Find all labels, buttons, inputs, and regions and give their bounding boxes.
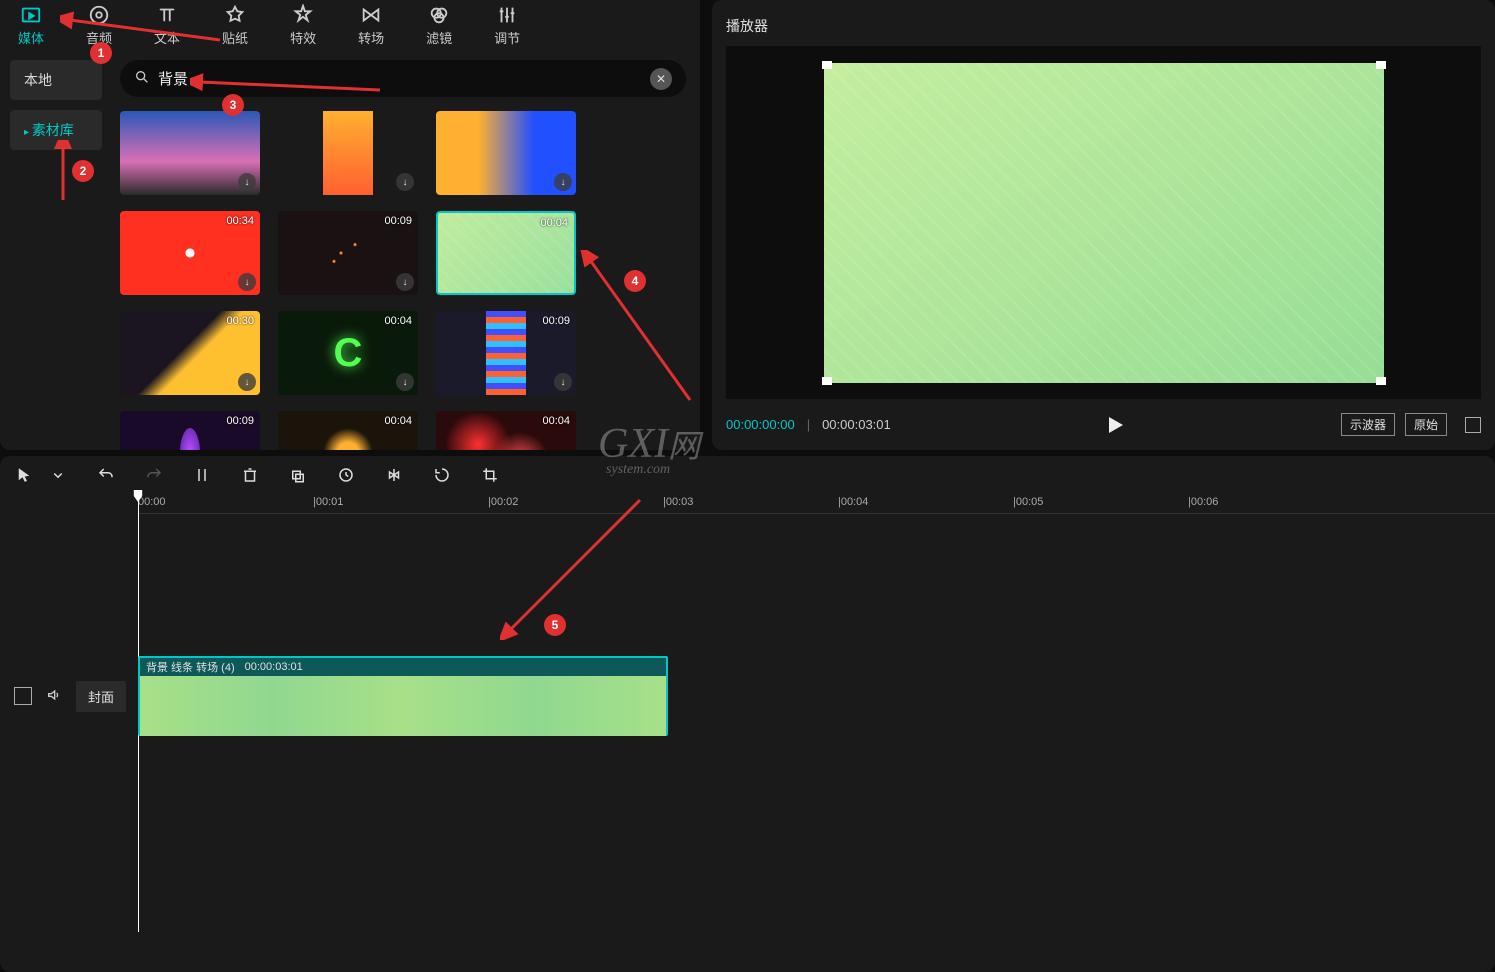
material-thumbnail[interactable]: ↓: [436, 111, 576, 195]
download-icon[interactable]: ↓: [396, 273, 414, 291]
crop-tool[interactable]: [480, 465, 500, 485]
duration-label: 00:34: [226, 215, 254, 227]
annotation-arrow: [190, 60, 390, 100]
download-icon[interactable]: ↓: [238, 173, 256, 191]
tab-filter-label: 滤镜: [426, 28, 452, 47]
material-thumbnail[interactable]: ↓: [120, 111, 260, 195]
tab-effects-label: 特效: [290, 28, 316, 47]
chevron-down-icon[interactable]: [48, 465, 68, 485]
media-icon: [20, 4, 42, 26]
material-thumbnail[interactable]: 00:30 ↓: [120, 311, 260, 395]
total-time: 00:00:03:01: [822, 417, 891, 432]
track-controls: 封面: [0, 656, 138, 736]
duration-label: 00:04: [384, 315, 412, 327]
download-icon[interactable]: ↓: [238, 273, 256, 291]
download-icon[interactable]: ↓: [396, 373, 414, 391]
ruler-tick: |00:05: [1013, 496, 1043, 508]
timeline-panel: 00:00 |00:01 |00:02 |00:03 |00:04 |00:05…: [0, 456, 1495, 972]
duration-label: 00:09: [226, 415, 254, 427]
tab-effects[interactable]: 特效: [290, 4, 316, 48]
player-panel: 播放器 00:00:00:00 | 00:00:03:01 示波器 原始: [712, 0, 1495, 450]
annotation-arrow: [48, 140, 78, 210]
preview-area: [726, 46, 1481, 399]
download-icon[interactable]: ↓: [238, 373, 256, 391]
tracks-area[interactable]: 背景 线条 转场 (4) 00:00:03:01: [138, 514, 1495, 972]
player-controls: 00:00:00:00 | 00:00:03:01 示波器 原始: [726, 399, 1481, 440]
tab-adjust[interactable]: 调节: [494, 4, 520, 48]
delete-tool[interactable]: [240, 465, 260, 485]
duration-label: 00:04: [540, 217, 568, 229]
visibility-toggle[interactable]: [14, 687, 32, 705]
clip-preview: [140, 676, 666, 736]
download-icon[interactable]: ↓: [554, 373, 572, 391]
clip-duration: 00:00:03:01: [245, 661, 303, 673]
material-thumbnail[interactable]: 00:09: [120, 411, 260, 450]
material-thumbnail[interactable]: 00:04: [436, 411, 576, 450]
ruler-tick: |00:04: [838, 496, 868, 508]
ruler-tick: 00:00: [138, 496, 166, 508]
timeline-clip[interactable]: 背景 线条 转场 (4) 00:00:03:01: [138, 656, 668, 736]
time-separator: |: [807, 417, 810, 432]
annotation-arrow: [580, 250, 700, 410]
tab-filter[interactable]: 滤镜: [426, 4, 452, 48]
play-button[interactable]: [1109, 417, 1123, 433]
download-icon[interactable]: ↓: [396, 173, 414, 191]
ruler-tick: |00:01: [313, 496, 343, 508]
effects-icon: [292, 4, 314, 26]
adjust-icon: [496, 4, 518, 26]
timeline-ruler[interactable]: 00:00 |00:01 |00:02 |00:03 |00:04 |00:05…: [138, 494, 1495, 514]
annotation-arrow: [500, 490, 650, 640]
tab-transition-label: 转场: [358, 28, 384, 47]
download-icon[interactable]: ↓: [554, 173, 572, 191]
material-thumbnail[interactable]: 00:04 ↓: [278, 311, 418, 395]
oscilloscope-button[interactable]: 示波器: [1341, 413, 1395, 436]
ruler-tick: |00:06: [1188, 496, 1218, 508]
redo-button[interactable]: [144, 465, 164, 485]
side-item-local[interactable]: 本地: [10, 60, 102, 100]
resize-handle[interactable]: [1376, 61, 1386, 69]
ruler-tick: |00:03: [663, 496, 693, 508]
undo-button[interactable]: [96, 465, 116, 485]
fullscreen-icon[interactable]: [1465, 417, 1481, 433]
material-thumbnail[interactable]: 00:04: [278, 411, 418, 450]
filter-icon: [428, 4, 450, 26]
tab-media[interactable]: 媒体: [18, 4, 44, 48]
transition-icon: [360, 4, 382, 26]
material-thumbnail[interactable]: 00:09 ↓: [278, 211, 418, 295]
split-tool[interactable]: [192, 465, 212, 485]
tab-transition[interactable]: 转场: [358, 4, 384, 48]
side-category-list: 本地 素材库: [0, 48, 112, 450]
timeline-toolbar: [0, 456, 1495, 494]
preview-frame[interactable]: [824, 63, 1384, 383]
duration-label: 00:09: [542, 315, 570, 327]
annotation-arrow: [60, 10, 230, 50]
material-thumbnail[interactable]: ↓: [278, 111, 418, 195]
rotate-tool[interactable]: [432, 465, 452, 485]
search-icon: [134, 69, 150, 88]
resize-handle[interactable]: [822, 377, 832, 385]
player-title: 播放器: [726, 10, 1481, 46]
duration-label: 00:04: [542, 415, 570, 427]
mute-icon[interactable]: [46, 687, 62, 706]
cover-button[interactable]: 封面: [76, 681, 126, 712]
pointer-tool[interactable]: [14, 465, 34, 485]
current-time: 00:00:00:00: [726, 417, 795, 432]
material-thumbnail-selected[interactable]: 00:04: [436, 211, 576, 295]
search-clear-button[interactable]: ✕: [650, 68, 672, 90]
tab-adjust-label: 调节: [494, 28, 520, 47]
speed-tool[interactable]: [336, 465, 356, 485]
duration-label: 00:30: [226, 315, 254, 327]
material-thumbnail[interactable]: 00:34 ↓: [120, 211, 260, 295]
mirror-tool[interactable]: [384, 465, 404, 485]
original-button[interactable]: 原始: [1405, 413, 1447, 436]
material-thumbnail[interactable]: 00:09 ↓: [436, 311, 576, 395]
duration-label: 00:04: [384, 415, 412, 427]
frames-tool[interactable]: [288, 465, 308, 485]
clip-name: 背景 线条 转场 (4): [146, 659, 235, 675]
resize-handle[interactable]: [1376, 377, 1386, 385]
tab-media-label: 媒体: [18, 28, 44, 47]
clip-header: 背景 线条 转场 (4) 00:00:03:01: [140, 658, 666, 676]
resize-handle[interactable]: [822, 61, 832, 69]
duration-label: 00:09: [384, 215, 412, 227]
